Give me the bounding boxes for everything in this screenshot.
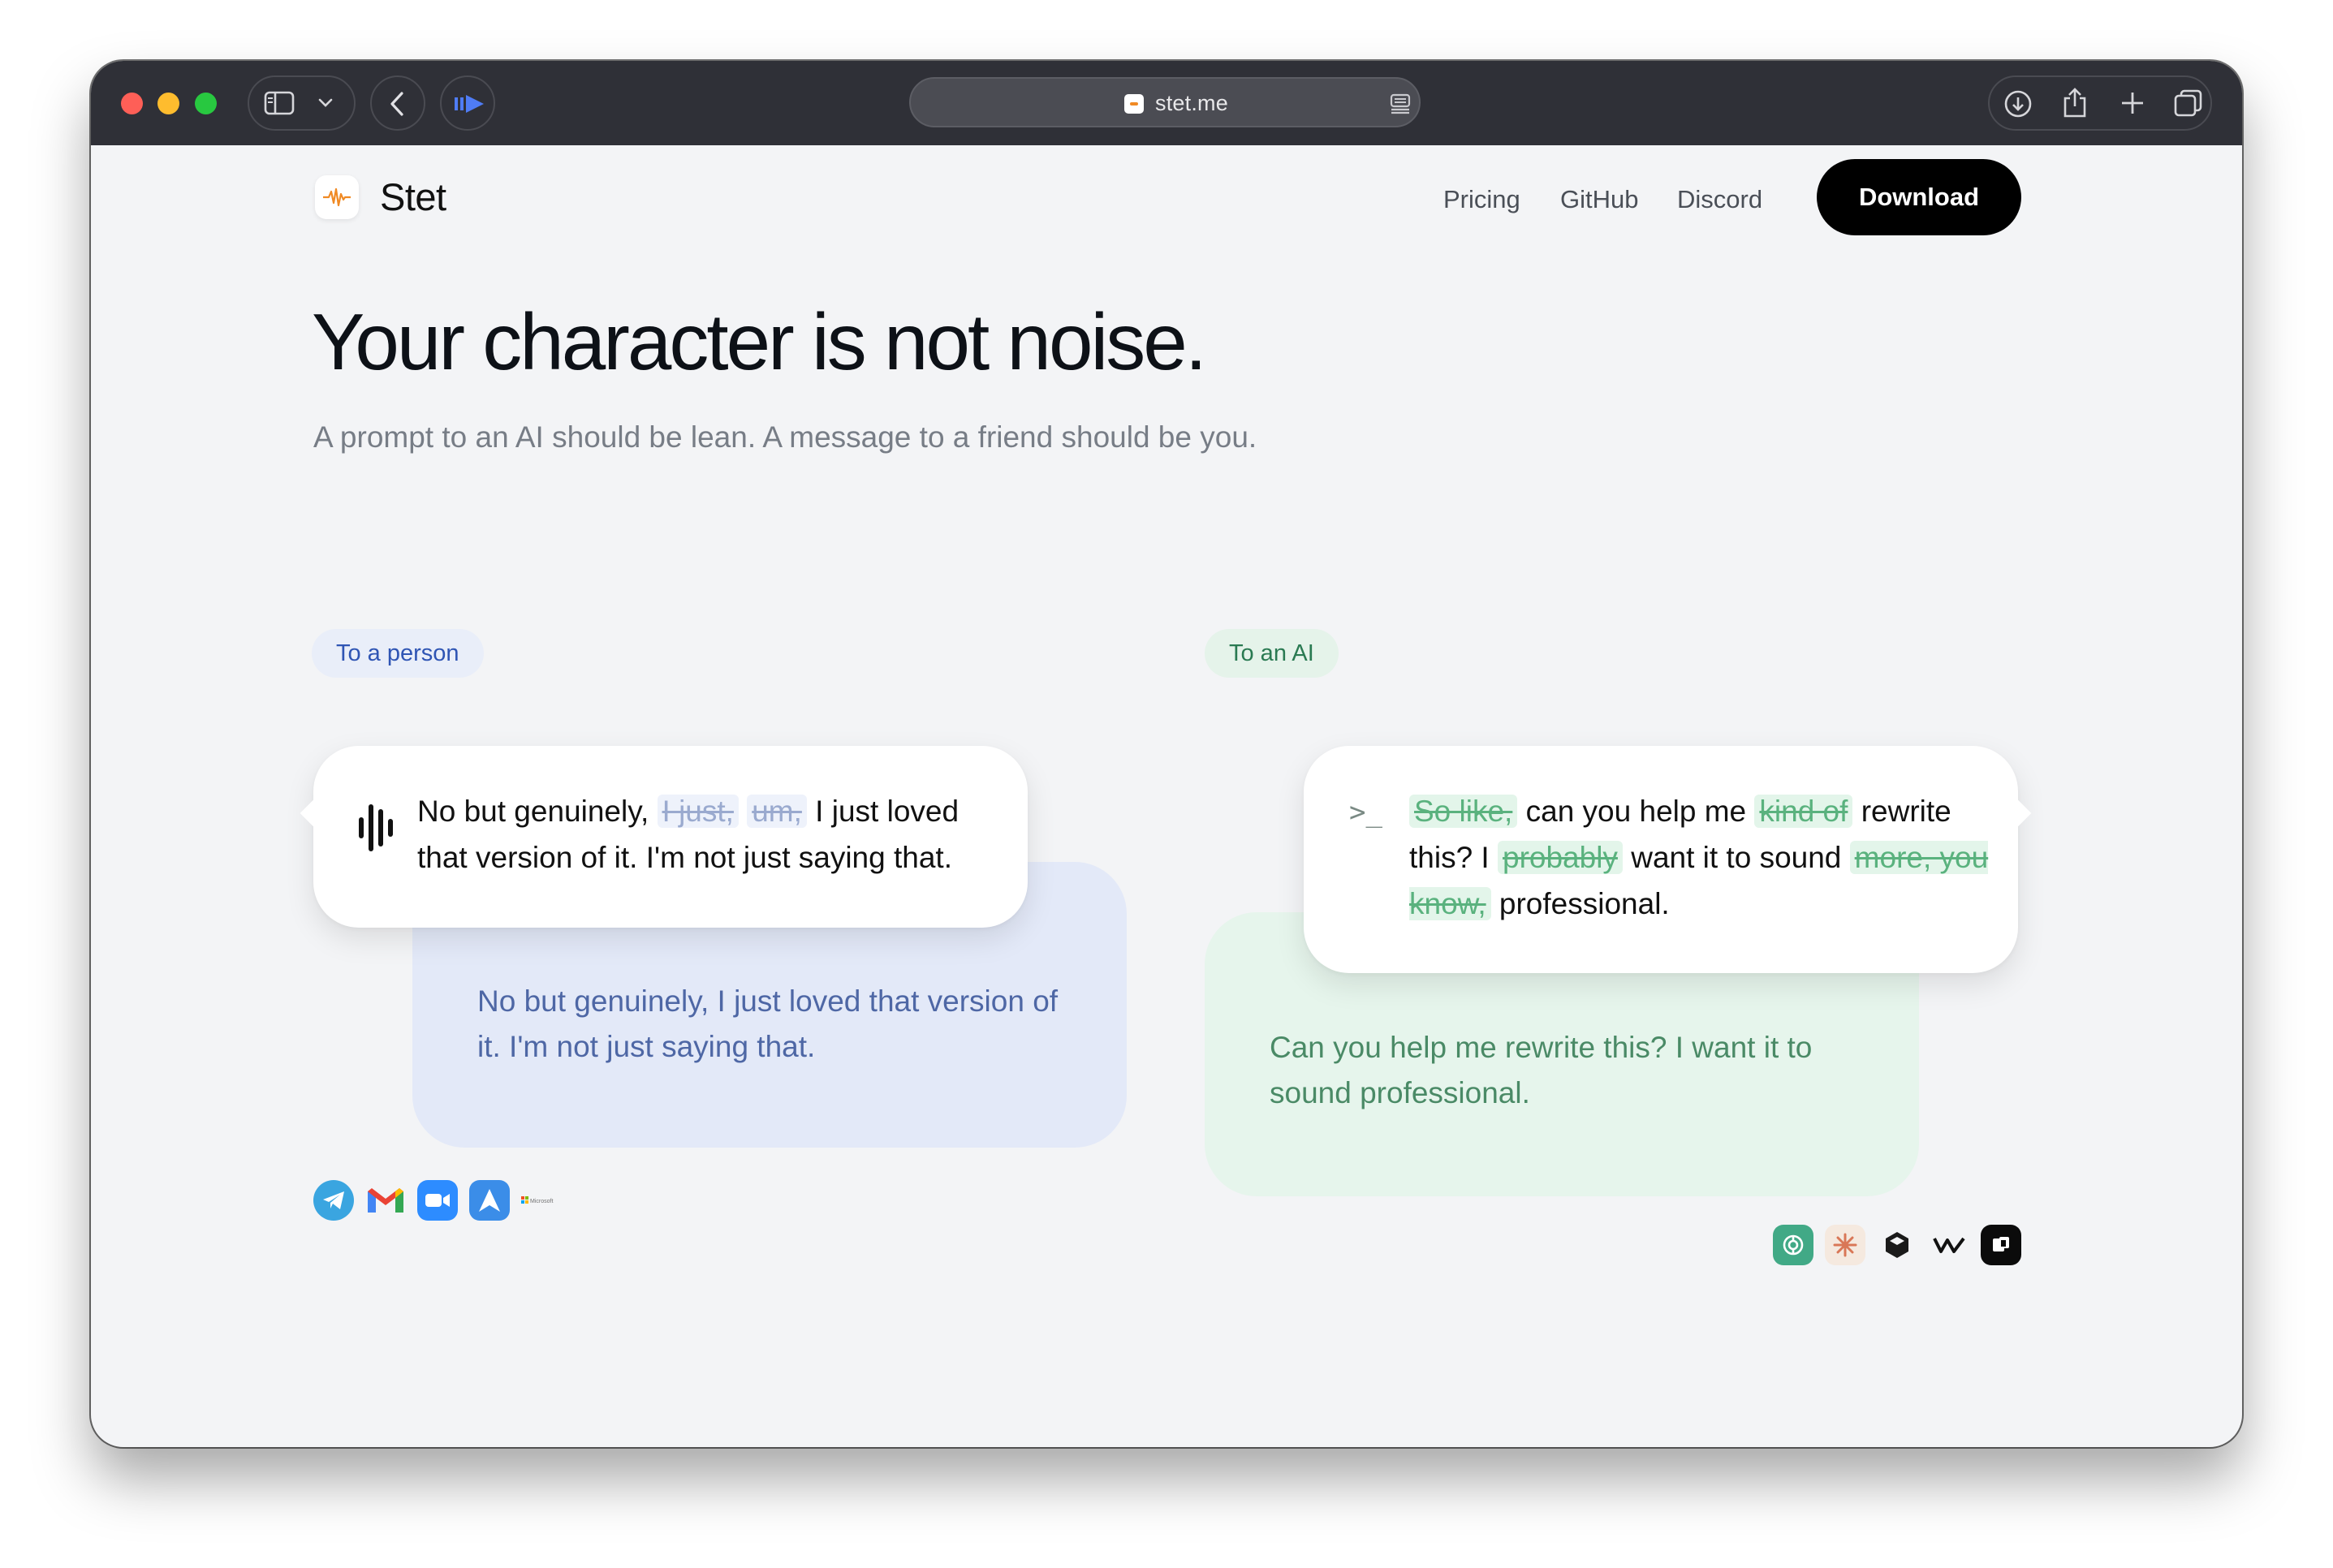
tag-to-a-person: To a person	[312, 629, 484, 678]
person-app-icons: Microsoft	[313, 1180, 575, 1221]
terminal-prompt-icon: >_	[1349, 796, 1382, 829]
nav-link-pricing[interactable]: Pricing	[1443, 185, 1520, 214]
microsoft-icon: Microsoft	[521, 1180, 563, 1221]
clean-prompt-text: Can you help me rewrite this? I want it …	[1270, 1031, 1813, 1109]
zoom-window-button[interactable]	[195, 93, 217, 114]
chatgpt-icon	[1773, 1225, 1813, 1265]
removed-filler: I just,	[657, 795, 739, 828]
plus-icon[interactable]	[2120, 90, 2145, 116]
browser-window: stet.me Stet Pricing GitHub Discord Down…	[91, 61, 2242, 1447]
nav-link-discord[interactable]: Discord	[1677, 185, 1762, 214]
reader-mode-icon[interactable]	[1389, 93, 1412, 119]
extension-icon	[453, 93, 485, 115]
address-bar[interactable]: stet.me	[909, 77, 1421, 127]
microsoft-wordmark: Microsoft	[530, 1199, 553, 1204]
bubble-tail	[2001, 798, 2032, 829]
tabs-icon[interactable]	[2173, 88, 2204, 119]
telegram-icon	[313, 1180, 354, 1221]
sidebar-toggle-group[interactable]	[248, 75, 356, 131]
raw-text-segment: No but genuinely,	[417, 795, 658, 828]
removed-filler: So like,	[1409, 795, 1518, 828]
site-favicon-icon	[1124, 94, 1144, 114]
share-icon[interactable]	[2061, 87, 2089, 119]
raw-text-segment: can you help me	[1517, 795, 1755, 828]
raw-prompt-text: So like, can you help me kind of rewrite…	[1409, 788, 1994, 927]
download-button[interactable]: Download	[1817, 159, 2021, 235]
nav-link-github[interactable]: GitHub	[1560, 185, 1638, 214]
back-button[interactable]	[370, 75, 425, 131]
raw-message-card-person: No but genuinely, I just, um, I just lov…	[300, 746, 1028, 928]
removed-filler: um,	[747, 795, 807, 828]
removed-filler: kind of	[1754, 795, 1853, 828]
back-arrow-icon	[388, 90, 408, 118]
extension-button[interactable]	[440, 75, 495, 131]
hero-title: Your character is not noise.	[312, 297, 1207, 386]
sidebar-icon[interactable]	[264, 90, 295, 116]
zoom-icon	[417, 1180, 458, 1221]
voice-wave-icon	[357, 801, 393, 859]
raw-message-text: No but genuinely, I just, um, I just lov…	[417, 788, 985, 881]
raw-text-segment: professional.	[1490, 887, 1670, 920]
brand-logo[interactable]	[315, 175, 359, 219]
windsurf-icon	[1929, 1225, 1969, 1265]
brand-name[interactable]: Stet	[380, 174, 446, 219]
gmail-icon	[365, 1180, 406, 1221]
browser-toolbar: stet.me	[91, 61, 2242, 145]
download-icon[interactable]	[2003, 88, 2033, 119]
cube-icon	[1877, 1225, 1917, 1265]
page-content: Stet Pricing GitHub Discord Download You…	[91, 145, 2242, 1447]
tag-to-an-ai: To an AI	[1205, 629, 1339, 678]
toolbar-actions-group	[1988, 75, 2212, 131]
spark-icon	[469, 1180, 510, 1221]
minimize-window-button[interactable]	[157, 93, 179, 114]
ai-app-icons	[1773, 1225, 2033, 1265]
claude-icon	[1825, 1225, 1865, 1265]
chevron-down-icon[interactable]	[317, 97, 334, 109]
raw-text-segment: want it to sound	[1622, 841, 1850, 874]
removed-filler: probably	[1498, 841, 1623, 874]
clean-message-text: No but genuinely, I just loved that vers…	[477, 984, 1059, 1063]
close-window-button[interactable]	[121, 93, 143, 114]
hero-subtitle: A prompt to an AI should be lean. A mess…	[313, 420, 1257, 454]
url-text: stet.me	[1155, 91, 1228, 115]
raw-prompt-card-ai: >_ So like, can you help me kind of rewr…	[1304, 746, 2032, 973]
cursor-icon	[1981, 1225, 2021, 1265]
bubble-tail	[300, 798, 330, 829]
